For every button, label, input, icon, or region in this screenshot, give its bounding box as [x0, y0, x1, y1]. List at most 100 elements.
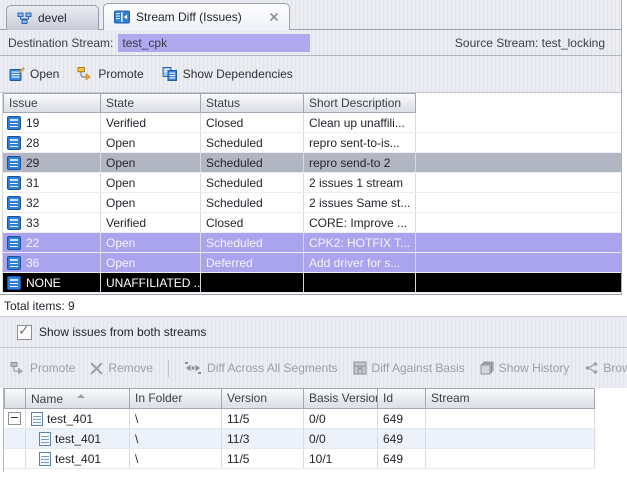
- issue-id: 19: [26, 116, 39, 130]
- show-history-button[interactable]: Show History: [480, 361, 570, 375]
- diff-across-all-segments-button[interactable]: Diff Across All Segments: [184, 361, 338, 375]
- issue-id: 31: [26, 176, 39, 190]
- issue-status: Closed: [201, 213, 304, 232]
- issue-state: Open: [101, 253, 201, 272]
- version-number: 11/3: [222, 429, 304, 448]
- open-icon: [9, 67, 25, 82]
- browse-versions-icon: [584, 362, 598, 374]
- column-header-stream[interactable]: Stream: [426, 388, 595, 409]
- issue-icon: [7, 196, 21, 210]
- browse-versions-button[interactable]: Brow: [584, 361, 627, 375]
- column-header-status[interactable]: Status: [201, 93, 304, 113]
- file-icon: [31, 412, 43, 426]
- versions-toolbar: Promote Remove Diff Across All Segments …: [0, 348, 627, 388]
- issue-icon: [7, 176, 21, 190]
- show-dependencies-button-label: Show Dependencies: [183, 67, 293, 81]
- issue-description: repro sent-to-is...: [304, 133, 416, 152]
- version-row[interactable]: test_401 \ 11/3 0/0 649: [4, 429, 596, 449]
- open-button-label: Open: [30, 67, 59, 81]
- issue-id: 28: [26, 136, 39, 150]
- stream-diff-icon: [114, 10, 130, 24]
- issue-description: repro send-to 2: [304, 153, 416, 172]
- issue-status: Scheduled: [201, 233, 304, 252]
- show-history-icon: [480, 361, 494, 375]
- versions-table-header: Name In Folder Version Basis Version Id …: [4, 388, 596, 409]
- browse-versions-label: Brow: [603, 361, 627, 375]
- show-issues-checkbox-label: Show issues from both streams: [39, 325, 206, 339]
- issue-row[interactable]: 28 Open Scheduled repro sent-to-is...: [3, 133, 621, 153]
- issue-id: 36: [26, 256, 39, 270]
- tab-stream-diff[interactable]: Stream Diff (Issues): [103, 3, 290, 30]
- remove-button-label: Remove: [108, 361, 153, 375]
- file-icon: [39, 432, 51, 446]
- issue-state: UNAFFILIATED ...: [101, 273, 201, 292]
- issues-panel: devel Stream Diff (Issues) Destination S…: [0, 0, 622, 295]
- column-header-basis-version[interactable]: Basis Version: [304, 388, 378, 409]
- open-button[interactable]: Open: [9, 67, 59, 82]
- version-in-folder: \: [130, 429, 222, 448]
- column-header-name-label: Name: [31, 392, 63, 406]
- show-issues-checkbox[interactable]: [17, 325, 32, 340]
- close-icon[interactable]: [269, 12, 279, 22]
- issue-icon: [7, 136, 21, 150]
- issue-row[interactable]: 31 Open Scheduled 2 issues 1 stream: [3, 173, 621, 193]
- column-header-issue[interactable]: Issue: [3, 93, 101, 113]
- issue-description: CORE: Improve ...: [304, 213, 416, 232]
- issue-row-selected-purple[interactable]: 36 Open Deferred Add driver for s...: [3, 253, 621, 273]
- diff-across-label: Diff Across All Segments: [207, 361, 338, 375]
- collapse-icon[interactable]: [8, 412, 21, 425]
- promote-version-button[interactable]: Promote: [10, 361, 75, 375]
- issue-row[interactable]: 32 Open Scheduled 2 issues Same st...: [3, 193, 621, 213]
- issue-state: Open: [101, 173, 201, 192]
- issue-state: Open: [101, 133, 201, 152]
- stream-info-bar: Destination Stream: test_cpk Source Stre…: [0, 30, 621, 56]
- issue-icon: [7, 236, 21, 250]
- version-number: 11/5: [222, 409, 304, 428]
- filter-bar: Show issues from both streams: [0, 317, 627, 348]
- issue-status: [201, 273, 304, 292]
- issue-row[interactable]: 33 Verified Closed CORE: Improve ...: [3, 213, 621, 233]
- diff-against-basis-button[interactable]: Diff Against Basis: [353, 361, 465, 375]
- issue-row-selected-purple[interactable]: 22 Open Scheduled CPK2: HOTFIX T...: [3, 233, 621, 253]
- file-icon: [39, 452, 51, 466]
- issue-description: Add driver for s...: [304, 253, 416, 272]
- issue-state: Open: [101, 233, 201, 252]
- issue-state: Verified: [101, 213, 201, 232]
- versions-table: Name In Folder Version Basis Version Id …: [3, 388, 596, 472]
- version-row[interactable]: test_401 \ 11/5 0/0 649: [4, 409, 596, 429]
- tab-bar: devel Stream Diff (Issues): [0, 0, 621, 30]
- version-in-folder: \: [130, 409, 222, 428]
- source-stream-label: Source Stream: test_locking: [455, 36, 613, 50]
- version-row[interactable]: test_401 \ 11/5 10/1 649: [4, 449, 596, 469]
- promote-disabled-icon: [10, 362, 25, 375]
- column-header-name[interactable]: Name: [26, 388, 130, 409]
- issue-row[interactable]: 19 Verified Closed Clean up unaffili...: [3, 113, 621, 133]
- issue-id: 22: [26, 236, 39, 250]
- issue-status: Scheduled: [201, 153, 304, 172]
- issue-row-selected-gray[interactable]: 29 Open Scheduled repro send-to 2: [3, 153, 621, 173]
- issue-id: 33: [26, 216, 39, 230]
- issue-row-none[interactable]: NONE UNAFFILIATED ...: [3, 273, 621, 293]
- toolbar-separator: [168, 360, 169, 377]
- version-id: 649: [378, 449, 426, 468]
- destination-stream-label: Destination Stream:: [8, 36, 113, 50]
- stream-tree-icon: [17, 12, 32, 25]
- tab-devel-label: devel: [38, 11, 67, 25]
- column-header-state[interactable]: State: [101, 93, 201, 113]
- tab-stream-diff-label: Stream Diff (Issues): [136, 10, 242, 24]
- version-number: 11/5: [222, 449, 304, 468]
- show-dependencies-button[interactable]: Show Dependencies: [162, 67, 293, 81]
- remove-button[interactable]: Remove: [90, 361, 153, 375]
- tab-devel[interactable]: devel: [6, 5, 99, 30]
- promote-button[interactable]: Promote: [77, 67, 143, 81]
- column-header-short-description[interactable]: Short Description: [304, 93, 416, 113]
- issue-status: Deferred: [201, 253, 304, 272]
- issue-icon: [7, 216, 21, 230]
- issue-status: Scheduled: [201, 173, 304, 192]
- column-header-version[interactable]: Version: [222, 388, 304, 409]
- promote-button-label: Promote: [98, 67, 143, 81]
- column-header-id[interactable]: Id: [378, 388, 426, 409]
- issue-status: Scheduled: [201, 133, 304, 152]
- issues-table-header: Issue State Status Short Description: [3, 93, 621, 113]
- column-header-in-folder[interactable]: In Folder: [130, 388, 222, 409]
